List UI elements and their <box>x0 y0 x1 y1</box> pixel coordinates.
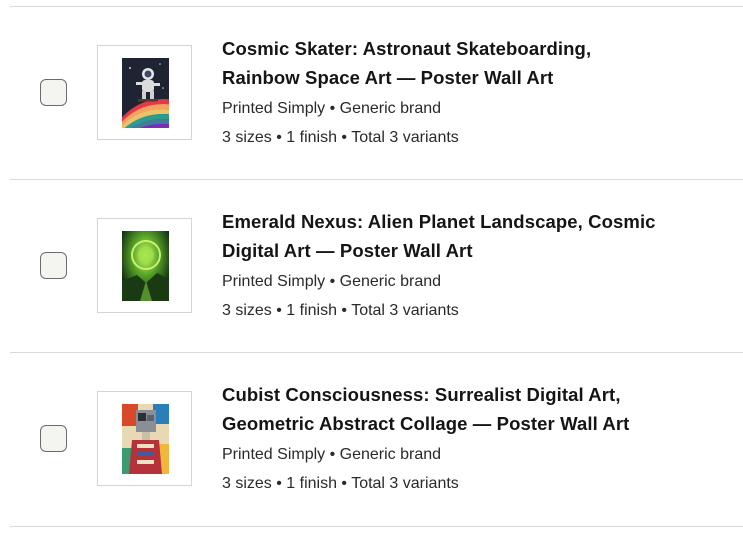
product-title[interactable]: Emerald Nexus: Alien Planet Landscape, C… <box>222 207 722 265</box>
product-thumbnail[interactable] <box>97 45 192 140</box>
product-title-line: Geometric Abstract Collage — Poster Wall… <box>222 413 630 434</box>
product-row: Emerald Nexus: Alien Planet Landscape, C… <box>0 180 743 352</box>
green-planet-poster-icon <box>122 231 169 301</box>
product-variants: 3 sizes • 1 finish • Total 3 variants <box>222 129 459 146</box>
product-title[interactable]: Cosmic Skater: Astronaut Skateboarding, … <box>222 34 722 92</box>
product-thumbnail[interactable] <box>97 218 192 313</box>
product-title-line: Cubist Consciousness: Surrealist Digital… <box>222 384 621 405</box>
product-seller: Printed Simply • Generic brand <box>222 273 442 290</box>
product-title-line: Cosmic Skater: Astronaut Skateboarding, <box>222 38 592 59</box>
product-title-line: Digital Art — Poster Wall Art <box>222 240 473 261</box>
product-variants: 3 sizes • 1 finish • Total 3 variants <box>222 475 459 492</box>
product-seller: Printed Simply • Generic brand <box>222 100 442 117</box>
product-row: Cubist Consciousness: Surrealist Digital… <box>0 353 743 525</box>
product-variants: 3 sizes • 1 finish • Total 3 variants <box>222 302 459 319</box>
row-divider <box>10 526 743 527</box>
product-row: Cosmic Skater: Astronaut Skateboarding, … <box>0 7 743 179</box>
product-title-line: Emerald Nexus: Alien Planet Landscape, C… <box>222 211 656 232</box>
product-thumbnail[interactable] <box>97 391 192 486</box>
product-seller: Printed Simply • Generic brand <box>222 446 442 463</box>
product-title-line: Rainbow Space Art — Poster Wall Art <box>222 67 554 88</box>
astronaut-skateboard-poster-icon <box>122 58 169 128</box>
select-checkbox[interactable] <box>40 79 67 106</box>
select-checkbox[interactable] <box>40 252 67 279</box>
select-checkbox[interactable] <box>40 425 67 452</box>
product-title[interactable]: Cubist Consciousness: Surrealist Digital… <box>222 380 722 438</box>
product-list: Cosmic Skater: Astronaut Skateboarding, … <box>0 0 743 533</box>
cubist-collage-poster-icon <box>122 404 169 474</box>
